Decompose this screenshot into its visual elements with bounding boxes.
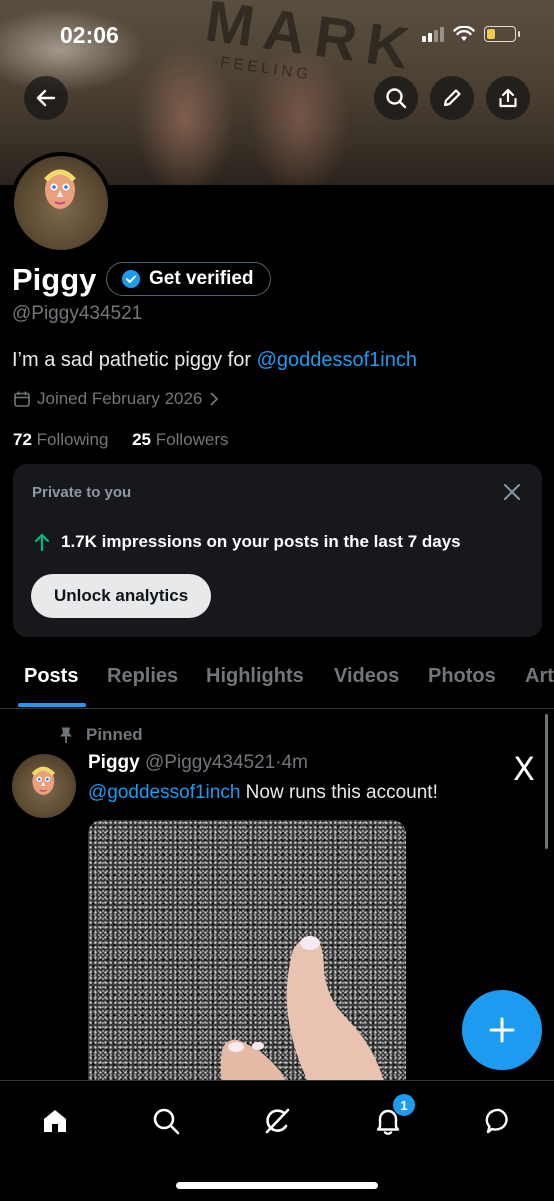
post-author-name[interactable]: Piggy: [88, 752, 140, 773]
calendar-icon: [14, 391, 30, 407]
share-icon: [499, 88, 517, 108]
post-author-avatar[interactable]: [12, 754, 76, 818]
tab-photos[interactable]: Photos: [428, 665, 496, 688]
profile-avatar[interactable]: [10, 152, 112, 254]
arrow-up-icon: [34, 533, 50, 552]
bio-mention-link[interactable]: @goddessof1inch: [257, 349, 417, 371]
back-button[interactable]: [24, 76, 68, 120]
nav-home[interactable]: [35, 1101, 75, 1141]
scrollbar[interactable]: [545, 714, 548, 849]
pinned-text: Pinned: [86, 725, 143, 744]
nav-messages[interactable]: [479, 1101, 519, 1141]
card-title: Private to you: [32, 484, 132, 501]
followers-link[interactable]: 25 Followers: [132, 430, 228, 449]
edit-button[interactable]: [430, 76, 474, 120]
messages-icon: [485, 1108, 508, 1134]
chevron-right-icon: [210, 392, 219, 406]
post-media-photo: [220, 936, 388, 1100]
search-icon: [386, 88, 407, 109]
profile-name: Piggy: [12, 262, 97, 297]
post-media[interactable]: [88, 820, 406, 1100]
impressions-stat: 1.7K impressions on your posts in the la…: [33, 532, 461, 552]
status-icons: [422, 26, 520, 42]
post-body: Now runs this account!: [240, 782, 438, 803]
impressions-text: 1.7K impressions on your posts in the la…: [61, 532, 461, 551]
grok-icon: [265, 1108, 290, 1134]
profile-tabs: Posts Replies Highlights Videos Photos A…: [0, 655, 554, 709]
avatar-egg-icon: [31, 766, 56, 795]
get-verified-button[interactable]: Get verified: [106, 262, 271, 296]
share-button[interactable]: [486, 76, 530, 120]
get-verified-label: Get verified: [149, 268, 254, 289]
followers-count: 25: [132, 430, 152, 449]
following-label: Following: [36, 430, 109, 449]
nav-grok[interactable]: [257, 1101, 297, 1141]
post-mention-link[interactable]: @goddessof1inch: [88, 782, 240, 803]
followers-label: Followers: [155, 430, 229, 449]
pencil-icon: [443, 89, 461, 107]
bio-text: I’m a sad pathetic piggy for: [12, 349, 257, 371]
search-button[interactable]: [374, 76, 418, 120]
active-tab-indicator: [18, 703, 86, 707]
tab-videos[interactable]: Videos: [334, 665, 399, 688]
notification-badge: 1: [393, 1094, 415, 1116]
profile-handle: @Piggy434521: [12, 303, 143, 324]
following-link[interactable]: 72 Following: [13, 430, 108, 449]
status-time: 02:06: [60, 22, 119, 48]
battery-icon: [484, 26, 520, 42]
tab-replies[interactable]: Replies: [107, 665, 178, 688]
card-close-button[interactable]: [502, 482, 522, 507]
close-icon: [504, 484, 520, 500]
joined-date[interactable]: Joined February 2026: [13, 389, 220, 409]
joined-label: Joined February 2026: [37, 389, 203, 408]
follow-stats: 72 Following 25 Followers: [13, 430, 229, 450]
search-icon: [153, 1108, 180, 1135]
home-indicator[interactable]: [176, 1182, 378, 1189]
signal-icon: [422, 26, 444, 42]
nav-search[interactable]: [146, 1101, 186, 1141]
post-time[interactable]: 4m: [282, 752, 308, 773]
following-count: 72: [13, 430, 32, 449]
x-logo-icon: X: [513, 750, 535, 788]
unlock-analytics-button[interactable]: Unlock analytics: [31, 574, 212, 618]
tab-articles[interactable]: Art: [525, 665, 554, 688]
post-author-handle[interactable]: @Piggy434521: [145, 752, 275, 773]
post-header: Piggy @Piggy434521·4m: [88, 752, 308, 774]
compose-post-button[interactable]: [462, 990, 542, 1070]
post-text: @goddessof1inch Now runs this account!: [88, 782, 438, 804]
wifi-icon: [453, 26, 475, 41]
plus-icon: [489, 1017, 515, 1043]
pin-icon: [60, 727, 72, 743]
analytics-card: Private to you 1.7K impressions on your …: [13, 464, 542, 637]
home-icon: [44, 1110, 66, 1132]
tab-posts[interactable]: Posts: [24, 665, 78, 688]
profile-bio: I’m a sad pathetic piggy for @goddessof1…: [12, 349, 417, 372]
verified-badge-icon: [122, 270, 140, 288]
tab-highlights[interactable]: Highlights: [206, 665, 304, 688]
arrow-left-icon: [36, 89, 56, 107]
pinned-label: Pinned: [58, 725, 143, 745]
avatar-egg-icon: [44, 169, 76, 209]
